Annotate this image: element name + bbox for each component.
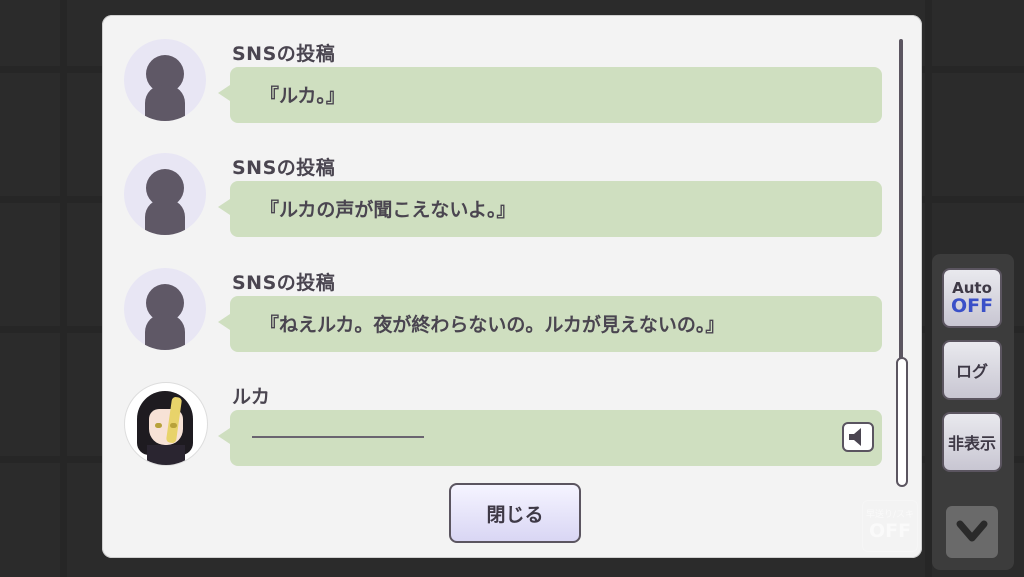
chevron-down-icon bbox=[956, 520, 988, 542]
speaker-name: SNSの投稿 bbox=[232, 43, 336, 65]
auto-state: OFF bbox=[950, 295, 994, 317]
message-dash-line bbox=[252, 436, 424, 438]
background-line bbox=[60, 0, 67, 577]
silhouette-icon bbox=[124, 268, 206, 350]
speaker-name: SNSの投稿 bbox=[232, 157, 336, 179]
skip-toggle[interactable]: 早送り/スキ OFF bbox=[862, 500, 918, 552]
message-bubble: 『ルカ。』 bbox=[218, 67, 882, 123]
speaker-icon bbox=[849, 428, 861, 446]
message-text: 『ねえルカ。夜が終わらないの。ルカが見えないの。』 bbox=[260, 314, 725, 336]
log-scrollbar[interactable] bbox=[896, 39, 908, 487]
scrollbar-thumb[interactable] bbox=[896, 357, 908, 487]
auto-toggle-button[interactable]: Auto OFF bbox=[942, 268, 1002, 328]
speaker-name: ルカ bbox=[232, 386, 271, 408]
portrait-eye bbox=[170, 423, 177, 428]
voice-replay-button[interactable] bbox=[842, 422, 874, 452]
log-entry: SNSの投稿 『ねえルカ。夜が終わらないの。ルカが見えないの。』 bbox=[124, 248, 884, 358]
message-bubble: 『ルカの声が聞こえないよ。』 bbox=[218, 181, 882, 237]
message-text: 『ルカの声が聞こえないよ。』 bbox=[260, 199, 516, 221]
log-entry: SNSの投稿 『ルカ。』 bbox=[124, 19, 884, 129]
auto-label: Auto bbox=[952, 279, 992, 297]
speaker-name: SNSの投稿 bbox=[232, 272, 336, 294]
backlog-panel: SNSの投稿 『ルカ。』 SNSの投稿 『ルカの声が聞こえないよ。』 SNSの投… bbox=[102, 15, 922, 558]
message-bubble bbox=[218, 410, 882, 466]
log-entry: ルカ bbox=[124, 362, 884, 472]
character-portrait bbox=[124, 382, 208, 466]
portrait-collar bbox=[147, 445, 185, 465]
skip-state: OFF bbox=[868, 520, 912, 542]
silhouette-icon bbox=[124, 39, 206, 121]
log-label: ログ bbox=[955, 362, 988, 381]
background-line bbox=[925, 0, 932, 577]
silhouette-icon bbox=[124, 153, 206, 235]
hide-ui-button[interactable]: 非表示 bbox=[942, 412, 1002, 472]
log-button[interactable]: ログ bbox=[942, 340, 1002, 400]
message-bubble: 『ねえルカ。夜が終わらないの。ルカが見えないの。』 bbox=[218, 296, 882, 352]
silhouette-body bbox=[145, 85, 185, 121]
log-entry: SNSの投稿 『ルカの声が聞こえないよ。』 bbox=[124, 133, 884, 243]
silhouette-body bbox=[145, 199, 185, 235]
skip-label-text: 早送り/スキ bbox=[865, 510, 915, 520]
portrait-eye bbox=[155, 423, 162, 428]
message-text: 『ルカ。』 bbox=[260, 85, 345, 107]
silhouette-body bbox=[145, 314, 185, 350]
side-control-panel: Auto OFF ログ 非表示 bbox=[932, 254, 1014, 570]
menu-toggle-button[interactable] bbox=[946, 506, 998, 558]
close-button[interactable]: 閉じる bbox=[449, 483, 581, 543]
hide-label: 非表示 bbox=[947, 434, 996, 453]
